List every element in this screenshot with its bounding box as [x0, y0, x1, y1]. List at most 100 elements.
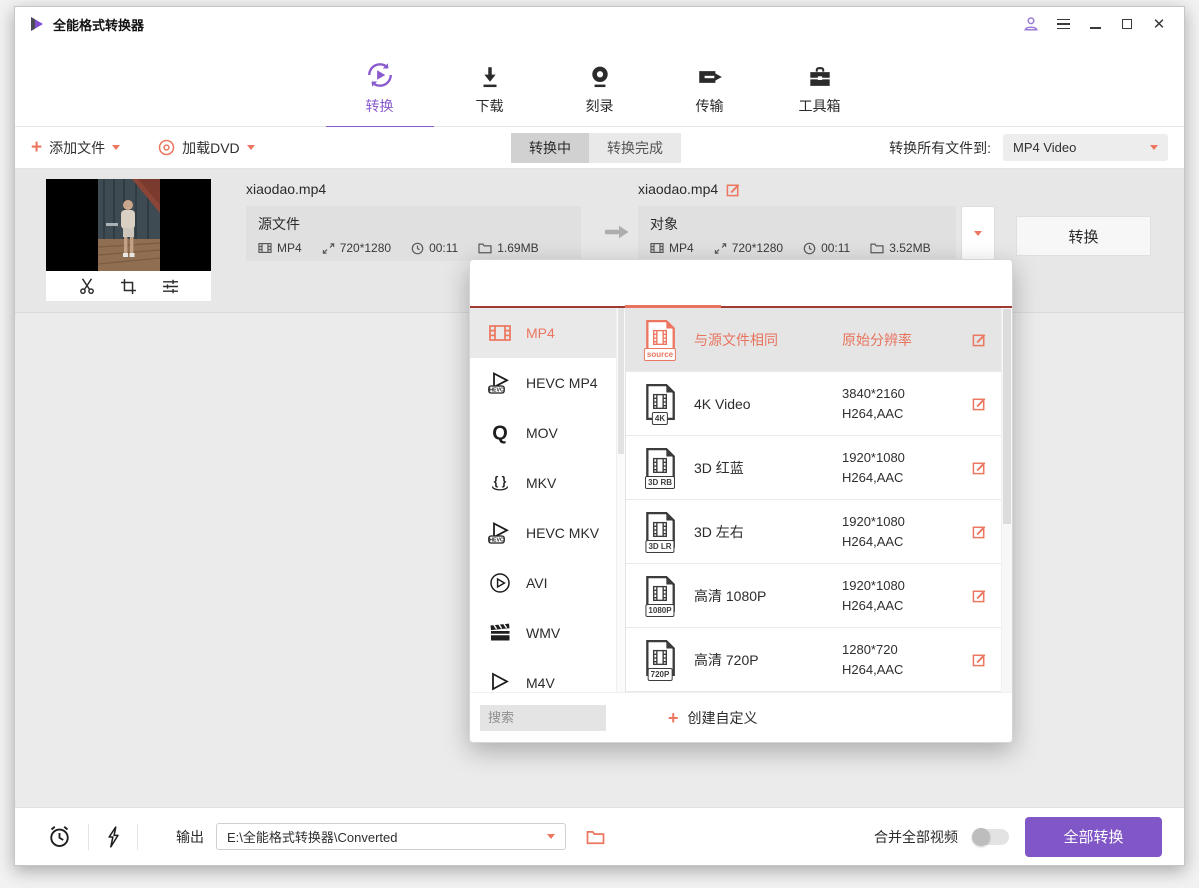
preset-row[interactable]: 4K 4K Video 3840*2160 H264,AAC — [626, 372, 1001, 436]
preset-row[interactable]: 1080P 高清 1080P 1920*1080 H264,AAC — [626, 564, 1001, 628]
format-popup-footer: + 创建自定义 — [470, 692, 1012, 742]
preset-file-icon: 1080P — [642, 575, 678, 617]
format-popup-tab-device[interactable] — [877, 260, 1013, 306]
format-popup-tab-audio[interactable] — [741, 260, 877, 306]
effects-icon[interactable] — [161, 278, 180, 295]
tab-converted[interactable]: 转换完成 — [589, 133, 681, 163]
convert-all-to-label: 转换所有文件到: — [889, 138, 991, 158]
preset-edit-icon[interactable] — [972, 652, 987, 667]
svg-text:HEVC: HEVC — [489, 388, 504, 394]
account-icon[interactable] — [1020, 14, 1042, 34]
merge-all-label: 合并全部视频 — [874, 827, 958, 847]
toggle-knob — [972, 828, 990, 846]
format-item-hevc-mkv[interactable]: HEVC HEVC MKV — [470, 508, 625, 558]
chevron-down-icon — [1150, 145, 1158, 150]
target-resolution: 720*1280 — [714, 241, 783, 255]
plus-icon: + — [31, 140, 42, 156]
convert-button[interactable]: 转换 — [1016, 216, 1151, 256]
maximize-button[interactable] — [1116, 14, 1138, 34]
target-format-dropdown-button[interactable] — [961, 206, 995, 261]
window-controls: ✕ — [1020, 14, 1170, 34]
expand-icon — [714, 242, 727, 255]
chevron-down-icon[interactable] — [112, 145, 120, 150]
nav-tab-burn[interactable]: 刻录 — [568, 58, 632, 116]
menu-icon[interactable] — [1052, 14, 1074, 34]
preset-list-scrollbar[interactable] — [1001, 308, 1012, 692]
divider — [137, 824, 138, 850]
fmt-play-outline — [488, 671, 512, 692]
nav-tab-transfer[interactable]: 传输 — [678, 58, 742, 116]
convert-all-button[interactable]: 全部转换 — [1025, 817, 1162, 857]
preset-edit-icon[interactable] — [972, 588, 987, 603]
add-files-button[interactable]: + 添加文件 — [31, 138, 120, 158]
high-speed-icon[interactable] — [105, 826, 121, 848]
divider — [88, 824, 89, 850]
chevron-down-icon — [547, 834, 555, 839]
fmt-mkv: { } — [488, 471, 512, 495]
video-thumbnail — [46, 179, 211, 271]
crop-icon[interactable] — [120, 278, 137, 295]
preset-edit-icon[interactable] — [972, 524, 987, 539]
nav-toolbox — [806, 58, 834, 90]
open-folder-icon[interactable] — [586, 829, 605, 845]
preset-file-icon: 3D LR — [642, 511, 678, 553]
close-button[interactable]: ✕ — [1148, 14, 1170, 34]
preset-specs: 1920*1080 H264,AAC — [842, 514, 972, 549]
source-size: 1.69MB — [478, 241, 538, 255]
fmt-hevc: HEVC — [488, 521, 512, 545]
format-item-mkv[interactable]: { } MKV — [470, 458, 625, 508]
merge-all-toggle[interactable] — [972, 829, 1009, 845]
format-item-mp4[interactable]: MP4 — [470, 308, 625, 358]
minimize-button[interactable] — [1084, 14, 1106, 34]
format-item-hevc-mp4[interactable]: HEVC HEVC MP4 — [470, 358, 625, 408]
preset-list: source 与源文件相同 原始分辨率 4K 4K Video 3840*216… — [626, 308, 1001, 692]
toolbar: + 添加文件 加载DVD 转换中 转换完成 转换所有文件到: MP4 Video — [15, 127, 1184, 169]
fmt-hevc: HEVC — [488, 371, 512, 395]
format-item-mov[interactable]: Q MOV — [470, 408, 625, 458]
nav-transfer — [696, 58, 724, 90]
nav-tab-toolbox[interactable]: 工具箱 — [788, 58, 852, 116]
format-picker-popup: MP4 HEVC HEVC MP4 Q MOV { } MKV HEVC HEV… — [469, 259, 1013, 743]
fmt-clapperboard — [488, 621, 512, 645]
rename-edit-icon[interactable] — [726, 182, 741, 197]
preset-row[interactable]: source 与源文件相同 原始分辨率 — [626, 308, 1001, 372]
create-custom-button[interactable]: + 创建自定义 — [668, 708, 758, 728]
bottombar: 输出 E:\全能格式转换器\Converted 合并全部视频 全部转换 — [15, 807, 1184, 865]
target-format: MP4 — [650, 241, 694, 255]
fmt-filmstrip — [488, 321, 512, 345]
target-file-name: xiaodao.mp4 — [638, 181, 741, 197]
preset-file-icon: 3D RB — [642, 447, 678, 489]
format-panel: MP4 HEVC HEVC MP4 Q MOV { } MKV HEVC HEV… — [470, 308, 626, 692]
preset-row[interactable]: 3D LR 3D 左右 1920*1080 H264,AAC — [626, 500, 1001, 564]
format-item-m4v[interactable]: M4V — [470, 658, 625, 692]
preset-edit-icon[interactable] — [972, 396, 987, 411]
preset-row[interactable]: 720P 高清 720P 1280*720 H264,AAC — [626, 628, 1001, 692]
trim-icon[interactable] — [78, 277, 96, 295]
format-popup-tab-video[interactable] — [606, 260, 742, 306]
schedule-icon[interactable] — [47, 824, 72, 849]
format-list: MP4 HEVC HEVC MP4 Q MOV { } MKV HEVC HEV… — [470, 308, 625, 692]
nav-tab-convert[interactable]: 转换 — [348, 58, 412, 116]
search-input[interactable] — [480, 705, 606, 731]
nav-burn — [587, 58, 613, 90]
preset-specs: 3840*2160 H264,AAC — [842, 386, 972, 421]
format-list-scrollbar[interactable] — [616, 308, 625, 692]
target-box-title: 对象 — [650, 214, 944, 234]
clock-icon — [803, 242, 816, 255]
tab-converting[interactable]: 转换中 — [511, 133, 589, 163]
load-dvd-button[interactable]: 加载DVD — [158, 138, 255, 158]
output-path-select[interactable]: E:\全能格式转换器\Converted — [216, 823, 566, 850]
preset-panel: source 与源文件相同 原始分辨率 4K 4K Video 3840*216… — [626, 308, 1012, 692]
output-format-select[interactable]: MP4 Video — [1003, 134, 1168, 161]
nav-tab-download[interactable]: 下载 — [458, 58, 522, 116]
format-item-wmv[interactable]: WMV — [470, 608, 625, 658]
preset-edit-icon[interactable] — [972, 332, 987, 347]
film-icon — [650, 241, 664, 255]
chevron-down-icon[interactable] — [247, 145, 255, 150]
source-box-title: 源文件 — [258, 214, 569, 234]
preset-edit-icon[interactable] — [972, 460, 987, 475]
clock-icon — [411, 242, 424, 255]
format-popup-tab-recent[interactable] — [470, 260, 606, 306]
preset-row[interactable]: 3D RB 3D 红蓝 1920*1080 H264,AAC — [626, 436, 1001, 500]
format-item-avi[interactable]: AVI — [470, 558, 625, 608]
